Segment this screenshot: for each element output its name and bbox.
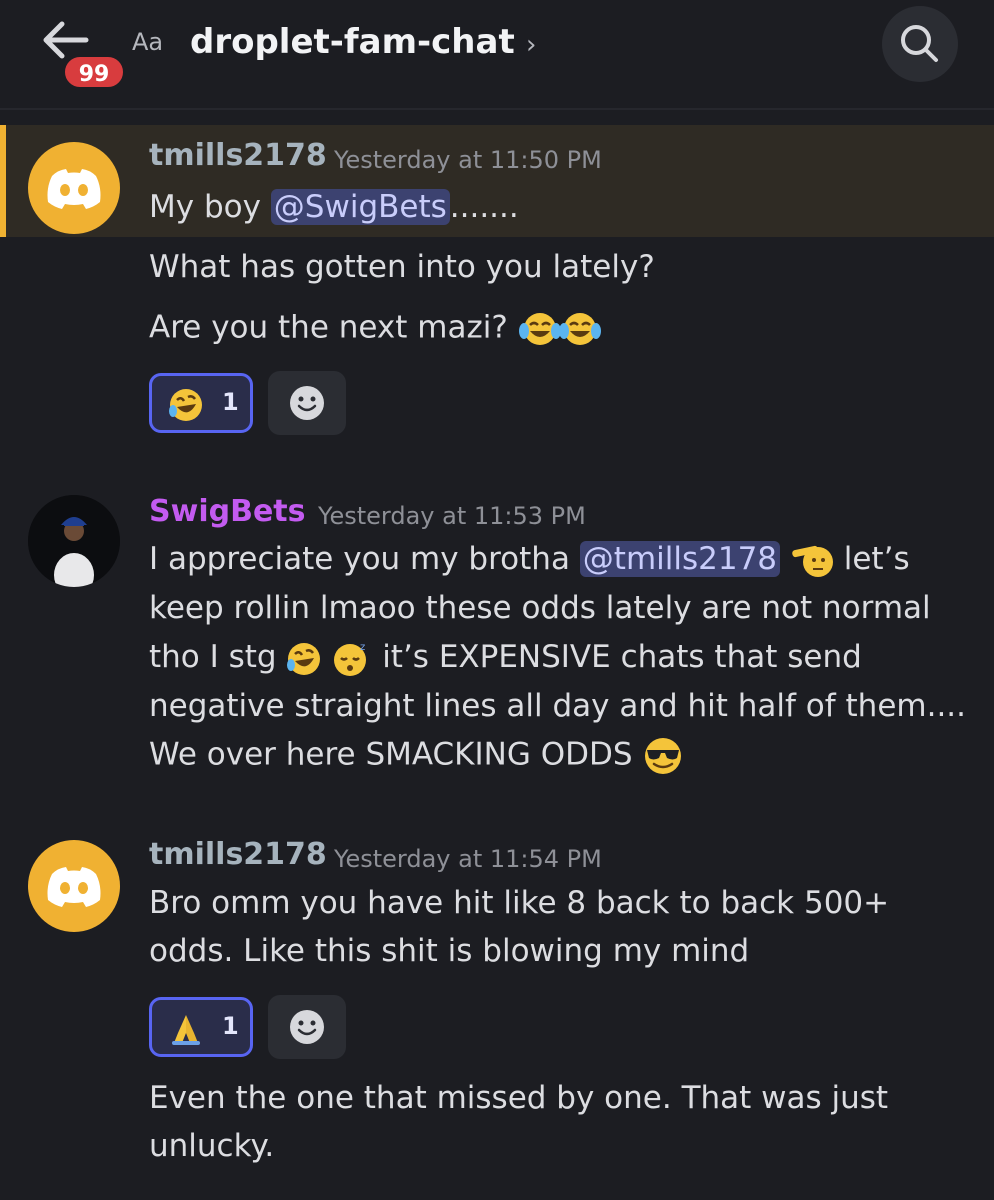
- add-reaction-button[interactable]: [268, 995, 346, 1059]
- avatar[interactable]: [28, 142, 120, 234]
- discord-logo-icon: [47, 867, 101, 907]
- message-line: odds. Like this shit is blowing my mind: [149, 933, 750, 969]
- message-line: We over here SMACKING ODDS: [149, 736, 684, 776]
- message-timestamp: Yesterday at 11:54 PM: [334, 845, 602, 873]
- message-author[interactable]: tmills2178: [149, 837, 327, 872]
- avatar[interactable]: [28, 840, 120, 932]
- mention-highlight-bar: [0, 125, 6, 237]
- message-text: tho I stg: [149, 639, 287, 675]
- svg-text:z: z: [360, 642, 365, 653]
- add-reaction-button[interactable]: [268, 371, 346, 435]
- message-line: tho I stg z it’s EXPENSIVE chats that se…: [149, 639, 862, 678]
- message-text: My boy: [149, 189, 271, 225]
- smile-icon: [290, 1010, 324, 1044]
- channel-title[interactable]: droplet-fam-chat: [190, 22, 515, 62]
- message-text: We over here SMACKING ODDS: [149, 736, 633, 773]
- user-mention[interactable]: @SwigBets: [270, 189, 450, 225]
- message-line: What has gotten into you lately?: [149, 249, 655, 285]
- user-mention[interactable]: @tmills2178: [579, 541, 781, 577]
- unread-badge: 99: [62, 54, 126, 90]
- avatar[interactable]: [28, 495, 120, 587]
- sunglasses-face-emoji-icon: [645, 738, 682, 774]
- message-text: .......: [449, 189, 519, 225]
- message-text: I appreciate you my brotha: [149, 541, 580, 577]
- user-photo-icon: [28, 495, 120, 587]
- tears-of-joy-emoji-icon: [518, 313, 601, 345]
- reaction-count: 1: [222, 1012, 239, 1040]
- reaction-button[interactable]: 1: [149, 373, 253, 433]
- channel-header: 99 Aa droplet-fam-chat ›: [0, 0, 994, 110]
- message-line: unlucky.: [149, 1128, 275, 1164]
- message-timestamp: Yesterday at 11:50 PM: [334, 146, 602, 174]
- rolling-laughing-emoji-icon: [169, 389, 202, 421]
- message-author[interactable]: SwigBets: [149, 494, 306, 529]
- reaction-count: 1: [222, 388, 239, 416]
- message-line: negative straight lines all day and hit …: [149, 688, 967, 724]
- message-line: Are you the next mazi?: [149, 309, 606, 349]
- font-toggle-label[interactable]: Aa: [132, 28, 163, 56]
- message-line: I appreciate you my brotha @tmills2178 l…: [149, 541, 910, 580]
- discord-logo-icon: [47, 169, 101, 209]
- message-text: it’s EXPENSIVE chats that send: [382, 639, 862, 675]
- search-icon: [901, 25, 938, 62]
- search-button[interactable]: [882, 6, 958, 82]
- sleeping-face-emoji-icon: z: [334, 642, 367, 676]
- message-text: let’s: [843, 541, 910, 577]
- chevron-right-icon[interactable]: ›: [526, 30, 536, 60]
- smile-icon: [290, 386, 324, 420]
- folded-hands-emoji-icon: [172, 1015, 200, 1045]
- message-line: Even the one that missed by one. That wa…: [149, 1080, 889, 1116]
- saluting-face-emoji-icon: [792, 545, 833, 577]
- message-line: My boy @SwigBets.......: [149, 189, 519, 225]
- reaction-button[interactable]: 1: [149, 997, 253, 1057]
- message-timestamp: Yesterday at 11:53 PM: [318, 502, 586, 530]
- message-line: keep rollin lmaoo these odds lately are …: [149, 590, 931, 626]
- message-text: Are you the next mazi?: [149, 309, 508, 346]
- message-author[interactable]: tmills2178: [149, 138, 327, 173]
- rolling-laughing-emoji-icon: [287, 642, 321, 675]
- message-line: Bro omm you have hit like 8 back to back…: [149, 885, 890, 921]
